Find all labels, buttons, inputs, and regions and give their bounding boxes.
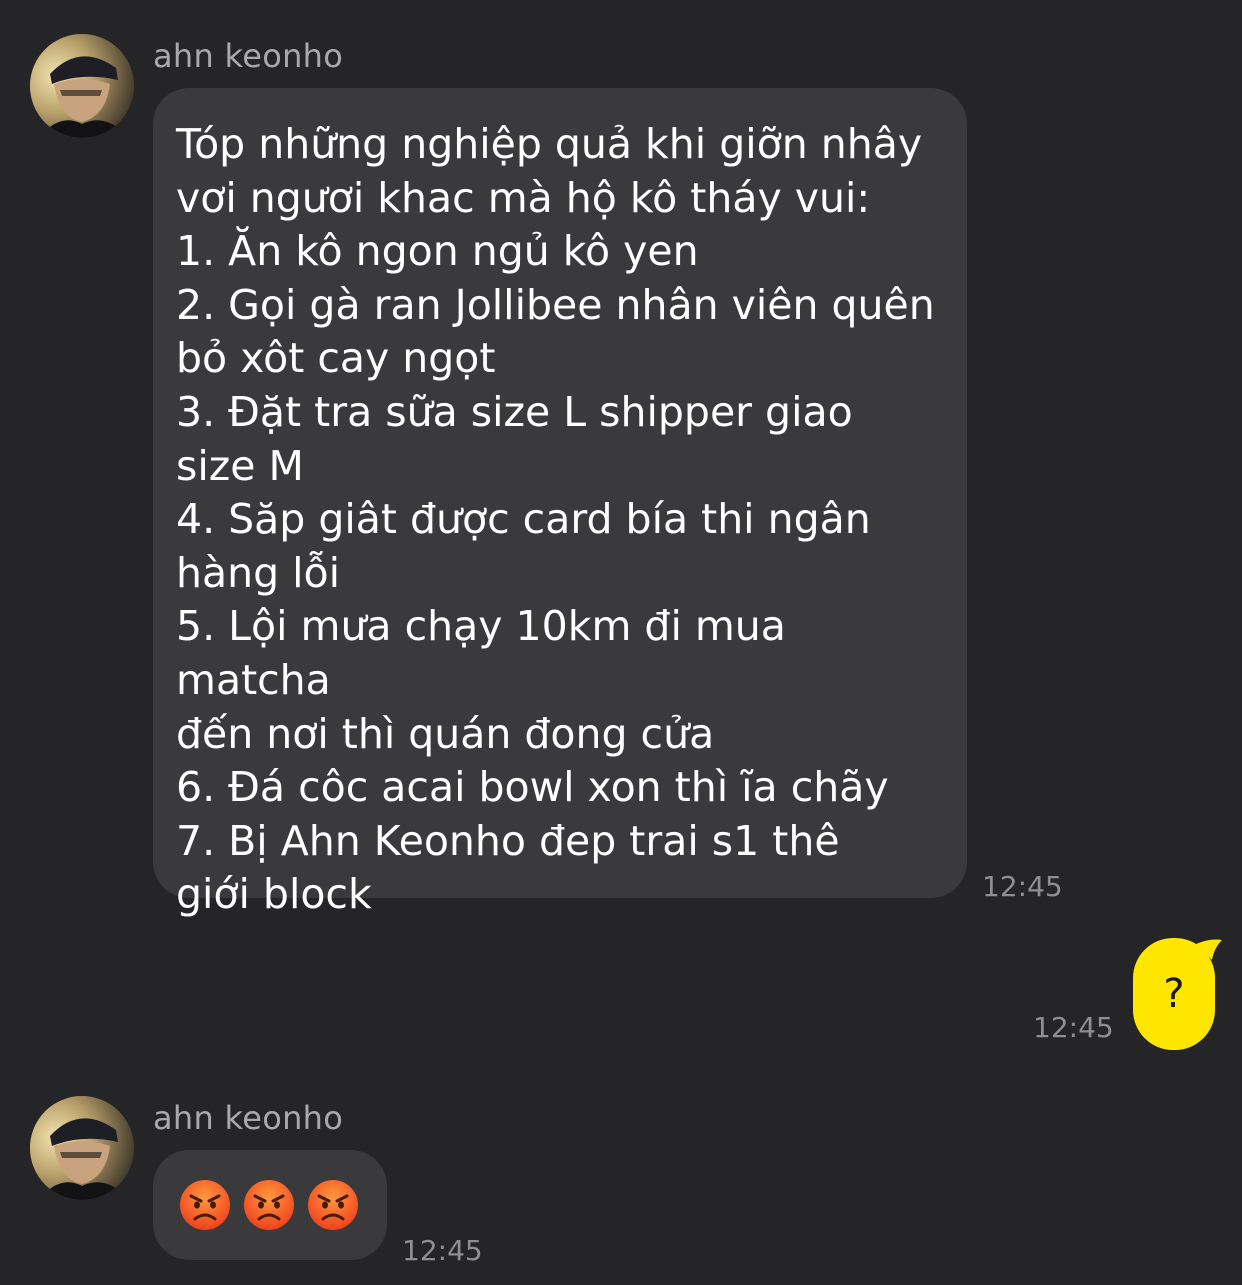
angry-face-emoji-icon [180,1180,230,1230]
message-timestamp: 12:45 [1033,1011,1114,1044]
message-bubble-incoming[interactable] [153,1150,387,1260]
chat-thread: ahn keonho Tóp những nghiệp quả khi giỡn… [0,0,1242,1285]
profile-photo-icon [30,34,134,138]
sender-name: ahn keonho [153,1099,344,1137]
bubble-tail-icon [1196,939,1222,960]
sender-name: ahn keonho [153,37,344,75]
message-timestamp: 12:45 [402,1234,483,1267]
angry-face-emoji-icon [308,1180,358,1230]
sender-avatar[interactable] [30,34,134,138]
message-text: ? [1163,971,1185,1017]
profile-photo-icon [30,1096,134,1200]
message-timestamp: 12:45 [982,870,1063,903]
sender-avatar[interactable] [30,1096,134,1200]
message-bubble-incoming[interactable]: Tóp những nghiệp quả khi giỡn nhây vơi n… [153,88,967,918]
angry-face-emoji-icon [244,1180,294,1230]
message-text: Tóp những nghiệp quả khi giỡn nhây vơi n… [176,120,935,919]
emoji-row [179,1179,359,1231]
